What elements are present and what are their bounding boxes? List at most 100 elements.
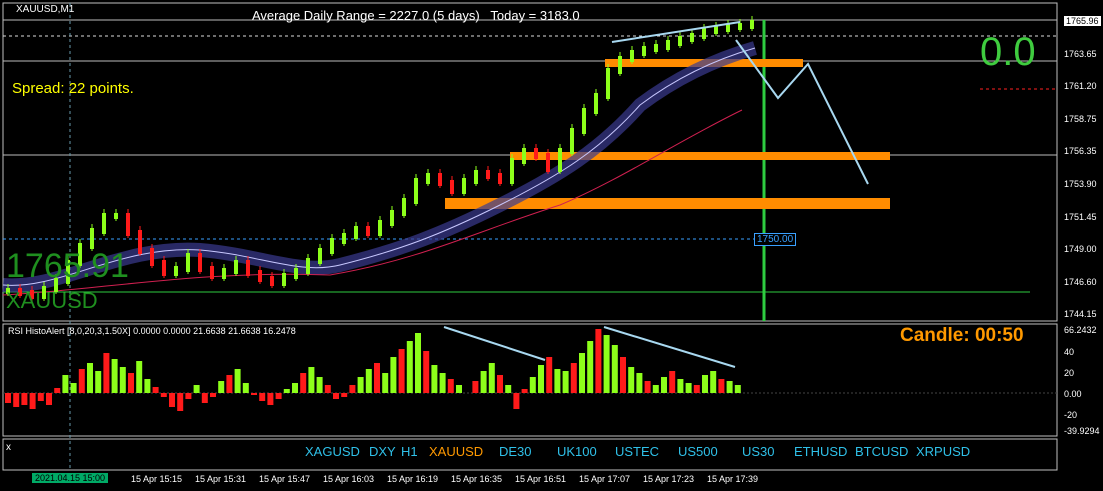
histogram-bar [144, 379, 151, 393]
price-tick: 1746.60 [1064, 276, 1097, 287]
histogram-bar [603, 335, 610, 393]
price-tick: 1753.90 [1064, 179, 1097, 189]
candle [678, 36, 682, 46]
histogram-bar [300, 373, 307, 393]
candle [582, 108, 586, 134]
candle [318, 248, 322, 264]
histogram-bar [308, 367, 315, 393]
histogram-bar [472, 381, 479, 393]
histogram-bar [226, 375, 233, 393]
histogram-bar [103, 353, 110, 393]
symbol-us500[interactable]: US500 [678, 444, 718, 459]
histogram-bar [595, 329, 602, 393]
candle [570, 128, 574, 154]
histogram-bar [570, 363, 577, 393]
histogram-bar [587, 341, 594, 393]
candle [294, 268, 298, 279]
histogram-bar [661, 377, 667, 393]
symbol-btcusd[interactable]: BTCUSD [855, 444, 908, 459]
candle [642, 46, 646, 56]
candle [690, 33, 694, 42]
candle-timer: Candle: 00:50 [900, 325, 1024, 346]
candle [702, 28, 706, 39]
histogram-bar [316, 377, 323, 393]
histogram-bar [210, 393, 216, 397]
candle [426, 173, 430, 184]
histogram-bar [710, 371, 717, 393]
price-tick: 1758.75 [1064, 113, 1097, 124]
time-tick: 15 Apr 15:47 [259, 474, 311, 484]
symbol-xrpusd[interactable]: XRPUSD [916, 444, 970, 459]
histogram-bar [193, 385, 200, 393]
candle [174, 266, 178, 276]
rsi-histogram [5, 329, 741, 411]
time-tick: 15 Apr 16:19 [387, 474, 439, 484]
candle [366, 226, 370, 236]
symbol-us30[interactable]: US30 [742, 444, 775, 459]
histogram-bar [275, 393, 282, 399]
histogram-bar [546, 357, 553, 393]
candle [738, 23, 742, 30]
histogram-bar [95, 371, 102, 393]
histogram-bar [620, 357, 626, 393]
symbol-de30[interactable]: DE30 [499, 444, 532, 459]
candle [258, 270, 262, 282]
histogram-bar [382, 373, 389, 393]
histogram-bar [702, 375, 708, 393]
time-tick: 15 Apr 16:03 [323, 474, 375, 484]
candle [546, 153, 550, 172]
symbol-xagusd[interactable]: XAGUSD [305, 444, 360, 459]
close-icon[interactable]: x [6, 442, 11, 453]
symbol-h1[interactable]: H1 [401, 444, 418, 459]
candle [114, 213, 118, 219]
time-tick: 15 Apr 17:39 [707, 474, 759, 484]
candle [102, 213, 106, 234]
histogram-bar [251, 393, 257, 395]
average-range-info: Average Daily Range = 2227.0 (5 days) To… [252, 8, 580, 23]
histogram-bar [267, 393, 274, 405]
candle [666, 40, 670, 50]
histogram-bar [70, 383, 77, 393]
histogram-bar [234, 369, 241, 393]
candle [330, 238, 334, 254]
histogram-bar [78, 369, 85, 393]
candle [270, 276, 274, 286]
symbol-xauusd[interactable]: XAUUSD [429, 444, 483, 459]
candle [414, 178, 418, 204]
watermark-symbol: XAUUSD [6, 288, 98, 313]
time-tick: 15 Apr 16:35 [451, 474, 503, 484]
histogram-bar [169, 393, 175, 407]
candle [150, 248, 154, 266]
price-tick: 1751.45 [1064, 211, 1097, 222]
symbol-dxy[interactable]: DXY [369, 444, 396, 459]
candle [390, 210, 394, 226]
histogram-bar [505, 385, 512, 393]
watermark-price: 1765.91 [6, 247, 129, 285]
histogram-bar [111, 359, 118, 393]
histogram-bar [628, 367, 635, 393]
histogram-bar [46, 393, 52, 405]
time-tick: 15 Apr 15:31 [195, 474, 247, 484]
candle [654, 44, 658, 52]
histogram-bar [685, 383, 692, 393]
candle [438, 173, 442, 186]
histogram-bar [37, 393, 44, 401]
histogram-bar [242, 383, 249, 393]
histogram-bar [447, 379, 454, 393]
candle [402, 198, 406, 216]
price-tick: 1763.65 [1064, 48, 1097, 59]
symbol-ethusd[interactable]: ETHUSD [794, 444, 847, 459]
histogram-bar [333, 393, 339, 399]
histogram-bar [562, 371, 569, 393]
indicator-label: RSI HistoAlert [8,0,20,3,1.50X] 0.0000 0… [8, 326, 296, 336]
indicator-tick: 66.2432 [1064, 325, 1097, 335]
histogram-bar [521, 389, 528, 393]
histogram-bar [538, 365, 544, 393]
symbol-uk100[interactable]: UK100 [557, 444, 597, 459]
time-current: 2021.04.15 15:00 [32, 473, 109, 483]
symbol-ustec[interactable]: USTEC [615, 444, 659, 459]
histogram-bar [152, 387, 159, 393]
histogram-bar [579, 353, 585, 393]
chart-canvas[interactable] [0, 0, 1103, 491]
histogram-bar [128, 373, 134, 393]
